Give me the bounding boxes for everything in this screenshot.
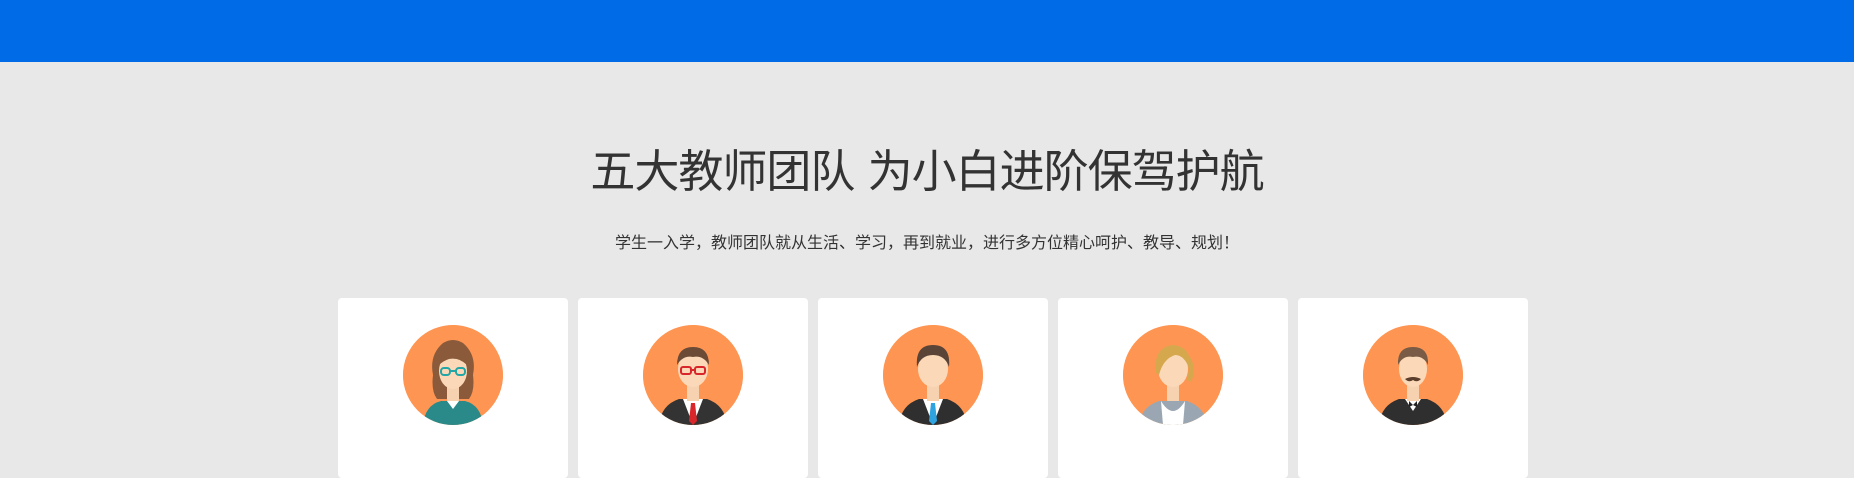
teacher-card[interactable] [818,298,1048,478]
female-teacher-glasses-avatar-icon [403,325,503,425]
teacher-card[interactable] [578,298,808,478]
teacher-card[interactable] [1298,298,1528,478]
male-teacher-red-tie-avatar-icon [643,325,743,425]
top-navigation-bar [0,0,1854,62]
section-subtitle: 学生一入学，教师团队就从生活、学习，再到就业，进行多方位精心呵护、教导、规划！ [614,233,1239,252]
section-title: 五大教师团队 为小白进阶保驾护航 [590,145,1264,198]
female-teacher-blonde-avatar-icon [1123,325,1223,425]
teacher-card[interactable] [1058,298,1288,478]
male-teacher-blue-tie-avatar-icon [883,325,983,425]
teacher-card[interactable] [338,298,568,478]
male-teacher-mustache-avatar-icon [1363,325,1463,425]
